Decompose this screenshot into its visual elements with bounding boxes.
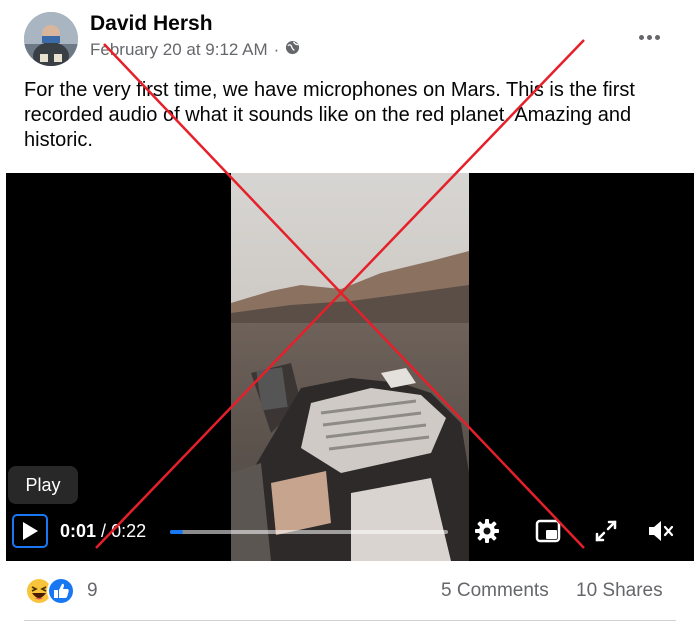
- play-icon: [23, 522, 38, 540]
- video-player[interactable]: [6, 173, 694, 561]
- more-options-icon[interactable]: [632, 22, 666, 52]
- reaction-count[interactable]: 9: [87, 580, 98, 602]
- duration: 0:22: [111, 521, 147, 541]
- like-icon: [47, 577, 75, 605]
- progress-fill: [170, 530, 183, 534]
- video-time: 0:01 / 0:22: [60, 521, 146, 542]
- shares-link[interactable]: 10 Shares: [576, 580, 663, 602]
- current-time: 0:01: [60, 521, 97, 541]
- post-date[interactable]: February 20 at 9:12 AM: [90, 40, 268, 60]
- globe-icon[interactable]: [285, 40, 300, 60]
- settings-icon[interactable]: [472, 516, 502, 546]
- comments-link[interactable]: 5 Comments: [441, 580, 549, 602]
- mute-icon[interactable]: [646, 516, 676, 546]
- time-separator: /: [101, 521, 107, 541]
- post-text: For the very first time, we have microph…: [24, 79, 635, 151]
- author-avatar[interactable]: [24, 12, 78, 66]
- picture-in-picture-icon[interactable]: [533, 516, 563, 546]
- video-frame: [231, 173, 469, 561]
- fullscreen-icon[interactable]: [591, 516, 621, 546]
- author-name[interactable]: David Hersh: [90, 12, 213, 36]
- meta-separator: ·: [273, 40, 280, 59]
- footer-divider: [24, 620, 676, 621]
- post-meta: February 20 at 9:12 AM ·: [90, 40, 300, 60]
- progress-bar[interactable]: [170, 530, 448, 534]
- play-tooltip: Play: [8, 466, 78, 504]
- avatar-image: [24, 12, 78, 66]
- reactions[interactable]: [24, 576, 76, 606]
- play-button[interactable]: [12, 514, 48, 548]
